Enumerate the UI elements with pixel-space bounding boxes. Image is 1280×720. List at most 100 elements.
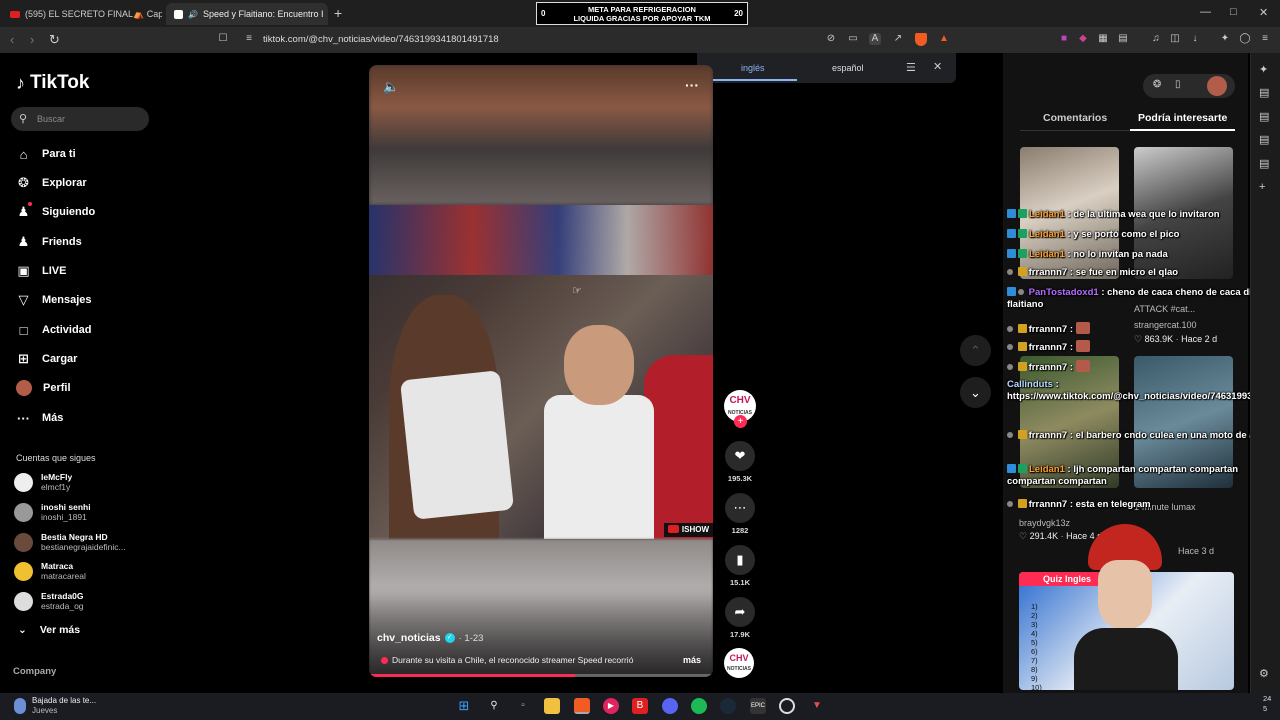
back-icon[interactable]: ‹: [10, 32, 14, 47]
nav-friends[interactable]: ♟ Friends: [16, 232, 82, 252]
minimize-button[interactable]: —: [1200, 6, 1211, 18]
translate-icon[interactable]: A: [869, 33, 881, 45]
nav-messages[interactable]: ▽ Mensajes: [16, 290, 92, 310]
following-account[interactable]: IeMcFly elmcf1y: [14, 469, 72, 495]
cast-icon[interactable]: ▭: [847, 33, 859, 45]
site-info-icon[interactable]: ≡: [243, 33, 255, 45]
suggested-user[interactable]: braydvgk13z: [1019, 518, 1070, 528]
media-player-icon[interactable]: ▶: [603, 698, 619, 714]
person-image: [564, 325, 634, 405]
video-author[interactable]: chv_noticias ✓ · 1-23: [377, 632, 483, 644]
task-view-icon[interactable]: ▫: [515, 698, 531, 714]
brave-rewards-icon[interactable]: ▲: [938, 33, 950, 45]
volume-icon[interactable]: 🔈: [383, 79, 399, 95]
video-frame: ISHOW: [369, 205, 713, 539]
video-player[interactable]: ISHOW 🔈 ··· chv_noticias ✓ · 1-23 Durant…: [369, 65, 713, 677]
app-icon[interactable]: B: [632, 698, 648, 714]
no-media-icon[interactable]: ⊘: [825, 33, 837, 45]
nav-more[interactable]: ··· Más: [16, 408, 63, 428]
new-tab-button[interactable]: +: [334, 5, 342, 21]
nav-explore[interactable]: ❂ Explorar: [16, 173, 87, 193]
wallet-icon[interactable]: ▤: [1117, 33, 1129, 45]
previous-video-button[interactable]: ⌃: [960, 335, 991, 366]
comment-button[interactable]: ⋯ 1282: [724, 493, 756, 535]
extension-icon[interactable]: ◆: [1077, 33, 1089, 45]
bookmark-list-icon[interactable]: ▤: [1259, 133, 1269, 146]
forward-icon[interactable]: ›: [30, 32, 34, 47]
following-account[interactable]: Estrada0G estrada_og: [14, 588, 84, 614]
wallet-icon[interactable]: ▤: [1259, 110, 1269, 123]
browser-tab-youtube[interactable]: (595) EL SECRETO FINAL⛺ Capitulo: [2, 3, 162, 25]
windows-start-icon[interactable]: ⊞: [456, 698, 472, 714]
weather-widget[interactable]: Bajada de las te... Jueves: [12, 696, 96, 716]
translate-close-icon[interactable]: ✕: [933, 60, 942, 73]
following-account[interactable]: Matraca matracareal: [14, 558, 86, 584]
compass-icon[interactable]: ❂: [1153, 79, 1161, 90]
video-progress-bar[interactable]: [369, 674, 713, 677]
add-icon[interactable]: +: [1259, 181, 1265, 193]
search-icon[interactable]: ⚲: [486, 698, 502, 714]
chat-user: Leidan1: [1029, 464, 1065, 475]
close-window-button[interactable]: ✕: [1259, 6, 1268, 19]
puzzle-icon[interactable]: ▦: [1097, 33, 1109, 45]
clock[interactable]: 24 5: [1263, 694, 1271, 714]
tiktok-logo[interactable]: ♪ TikTok: [16, 72, 89, 94]
sidebar-icon[interactable]: ◫: [1169, 33, 1181, 45]
chat-user: frrannn7: [1028, 342, 1068, 353]
nav-following[interactable]: ♟ Siguiendo: [16, 202, 95, 222]
nav-activity[interactable]: □ Actividad: [16, 320, 92, 340]
more-options-icon[interactable]: ···: [685, 77, 699, 93]
app-icon[interactable]: ▼: [809, 698, 825, 714]
nav-for-you[interactable]: ⌂ Para ti: [16, 144, 76, 164]
like-button[interactable]: ❤ 195.3K: [724, 441, 756, 483]
account-user: elmcf1y: [41, 482, 71, 492]
download-icon[interactable]: ↓: [1189, 33, 1201, 45]
translate-lang-english[interactable]: inglés: [741, 63, 765, 73]
spotify-icon[interactable]: [691, 698, 707, 714]
save-button[interactable]: ▮ 15.1K: [724, 545, 756, 587]
gear-icon[interactable]: ⚙: [1259, 667, 1269, 680]
tab-comments[interactable]: Comentarios: [1043, 112, 1107, 124]
follow-plus-button[interactable]: +: [734, 415, 747, 428]
music-icon[interactable]: ♫: [1150, 33, 1162, 45]
see-more-link[interactable]: más: [683, 655, 701, 665]
translate-lang-spanish[interactable]: español: [832, 63, 864, 73]
following-account[interactable]: Bestia Negra HD bestianegrajaidefinic...: [14, 529, 126, 555]
share-button[interactable]: ➦ 17.9K: [724, 597, 756, 639]
brave-shields-icon[interactable]: [915, 33, 927, 46]
reading-list-icon[interactable]: ▤: [1259, 157, 1269, 170]
browser-tab-tiktok[interactable]: 🔊 Speed y Flaitiano: Encuentro I ✕: [166, 3, 328, 25]
file-explorer-icon[interactable]: [544, 698, 560, 714]
vpn-icon[interactable]: ◯: [1239, 33, 1251, 45]
avatar[interactable]: [1207, 76, 1227, 96]
share-icon[interactable]: ↗: [892, 33, 904, 45]
reload-icon[interactable]: ↻: [49, 32, 60, 48]
search-input[interactable]: ⚲ Buscar: [11, 107, 149, 131]
discord-icon[interactable]: [662, 698, 678, 714]
company-link[interactable]: Company: [13, 666, 56, 677]
see-more-button[interactable]: ⌄ Ver más: [18, 624, 80, 636]
phone-icon[interactable]: ▯: [1175, 79, 1181, 90]
nav-upload[interactable]: ⊞ Cargar: [16, 349, 77, 369]
brave-browser-icon[interactable]: [574, 698, 590, 714]
epic-games-icon[interactable]: EPIC: [750, 698, 766, 714]
following-account[interactable]: inoshi senhi inoshi_1891: [14, 499, 91, 525]
extension-icon[interactable]: ✦: [1259, 63, 1268, 76]
url-field[interactable]: tiktok.com/@chv_noticias/video/746319934…: [263, 34, 499, 45]
next-video-button[interactable]: ⌄: [960, 377, 991, 408]
flag-banner: [369, 205, 713, 275]
menu-icon[interactable]: ≡: [1259, 33, 1271, 45]
leo-icon[interactable]: ✦: [1219, 33, 1231, 45]
bookmark-icon[interactable]: ☐: [217, 33, 229, 45]
extension-icon[interactable]: ▤: [1259, 86, 1269, 99]
nav-profile[interactable]: Perfil: [16, 378, 71, 398]
extension-icon[interactable]: ■: [1058, 33, 1070, 45]
tab-suggested[interactable]: Podría interesarte: [1138, 112, 1227, 124]
obs-icon[interactable]: [779, 698, 795, 714]
progress-fill: [369, 674, 576, 677]
translate-menu-icon[interactable]: ☰: [906, 61, 916, 74]
steam-icon[interactable]: [720, 698, 736, 714]
sound-channel-avatar[interactable]: CHV NOTICIAS: [724, 648, 754, 678]
nav-live[interactable]: ▣ LIVE: [16, 261, 66, 281]
maximize-button[interactable]: □: [1230, 6, 1237, 18]
